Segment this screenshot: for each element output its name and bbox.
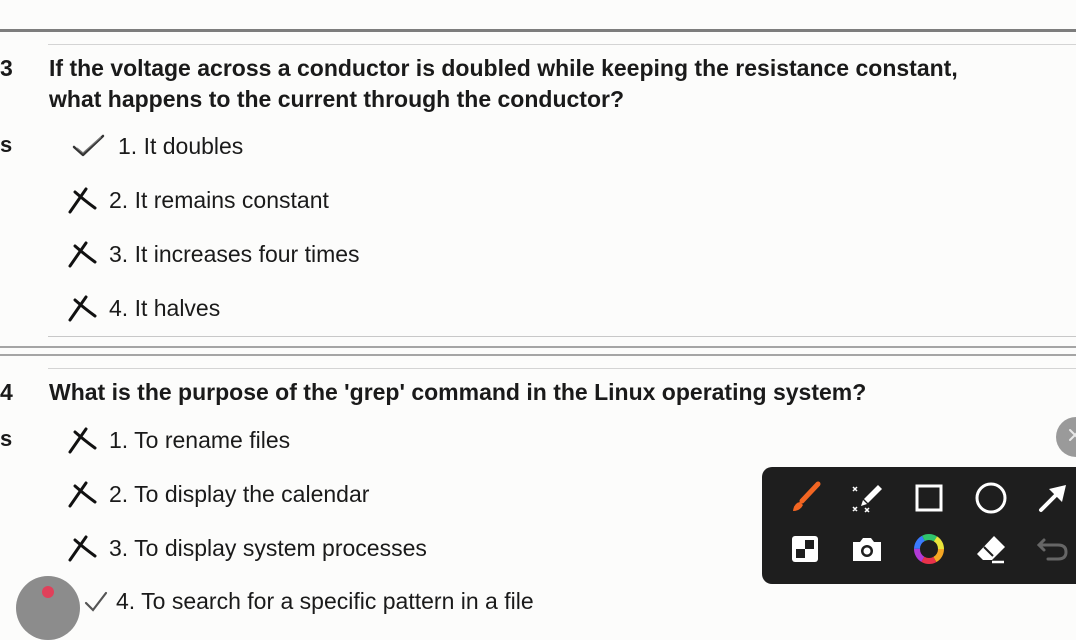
- cross-icon: [68, 533, 102, 563]
- mosaic-tool[interactable]: [785, 531, 825, 571]
- screenshot-tool[interactable]: [847, 531, 887, 571]
- annotation-toolbar: [762, 467, 1076, 584]
- rectangle-icon: [914, 483, 944, 518]
- answer-option[interactable]: 3. To display system processes: [68, 533, 427, 563]
- rectangle-tool[interactable]: [909, 480, 949, 520]
- arrow-icon: [1036, 481, 1070, 520]
- answer-label: 1. It doubles: [118, 132, 244, 159]
- circle-icon: [974, 481, 1008, 520]
- close-icon: [1068, 428, 1076, 447]
- cross-icon: [68, 293, 102, 323]
- eraser-tool[interactable]: [971, 531, 1011, 571]
- section-divider-2: [0, 354, 1076, 356]
- highlighter-icon: [850, 481, 884, 520]
- answer-option[interactable]: 2. To display the calendar: [68, 479, 369, 509]
- question-text: If the voltage across a conductor is dou…: [49, 53, 1076, 115]
- cross-icon: [68, 185, 102, 215]
- question-divider-top: [48, 44, 1076, 45]
- question-text-line: If the voltage across a conductor is dou…: [49, 55, 958, 81]
- cross-icon: [68, 239, 102, 269]
- highlighter-tool[interactable]: [847, 480, 887, 520]
- top-divider: [0, 29, 1076, 32]
- undo-tool[interactable]: [1033, 531, 1073, 571]
- question-text-line: what happens to the current through the …: [49, 86, 624, 112]
- arrow-tool[interactable]: [1033, 480, 1073, 520]
- side-label: s: [0, 426, 13, 451]
- undo-icon: [1036, 534, 1070, 569]
- circle-tool[interactable]: [971, 480, 1011, 520]
- answer-label: 2. To display the calendar: [109, 480, 370, 507]
- section-divider: [0, 346, 1076, 348]
- answer-option[interactable]: 2. It remains constant: [68, 185, 329, 215]
- question-divider-bottom: [48, 336, 1076, 337]
- cross-icon: [68, 479, 102, 509]
- question-number: 3: [0, 55, 13, 81]
- check-icon: [72, 131, 106, 161]
- question-text: What is the purpose of the 'grep' comman…: [49, 377, 1076, 408]
- answer-option[interactable]: 3. It increases four times: [68, 239, 360, 269]
- answer-label: 2. It remains constant: [109, 186, 329, 213]
- answer-option[interactable]: 1. To rename files: [68, 425, 290, 455]
- check-icon: [84, 586, 108, 616]
- answer-option[interactable]: 1. It doubles: [72, 131, 243, 161]
- question-text-line: What is the purpose of the 'grep' comman…: [49, 379, 867, 405]
- color-picker-tool[interactable]: [909, 531, 949, 571]
- side-label: s: [0, 132, 13, 157]
- question-number: 4: [0, 379, 13, 405]
- question-divider-top: [48, 368, 1076, 369]
- answer-option[interactable]: 4. It halves: [68, 293, 220, 323]
- mosaic-icon: [790, 534, 820, 569]
- answer-label: 3. It increases four times: [109, 240, 360, 267]
- close-toolbar-button[interactable]: [1056, 417, 1076, 457]
- answer-option[interactable]: 4. To search for a specific pattern in a…: [84, 586, 534, 616]
- answer-label: 1. To rename files: [109, 426, 291, 453]
- cross-icon: [68, 425, 102, 455]
- brush-tool[interactable]: [785, 480, 825, 520]
- eraser-icon: [974, 532, 1008, 571]
- brush-icon: [788, 481, 822, 520]
- answer-label: 4. It halves: [109, 294, 221, 321]
- answer-label: 3. To display system processes: [109, 534, 427, 561]
- record-dot-icon: [42, 586, 54, 598]
- color-picker-icon: [912, 532, 946, 571]
- answer-label: 4. To search for a specific pattern in a…: [116, 587, 534, 614]
- camera-icon: [850, 534, 884, 569]
